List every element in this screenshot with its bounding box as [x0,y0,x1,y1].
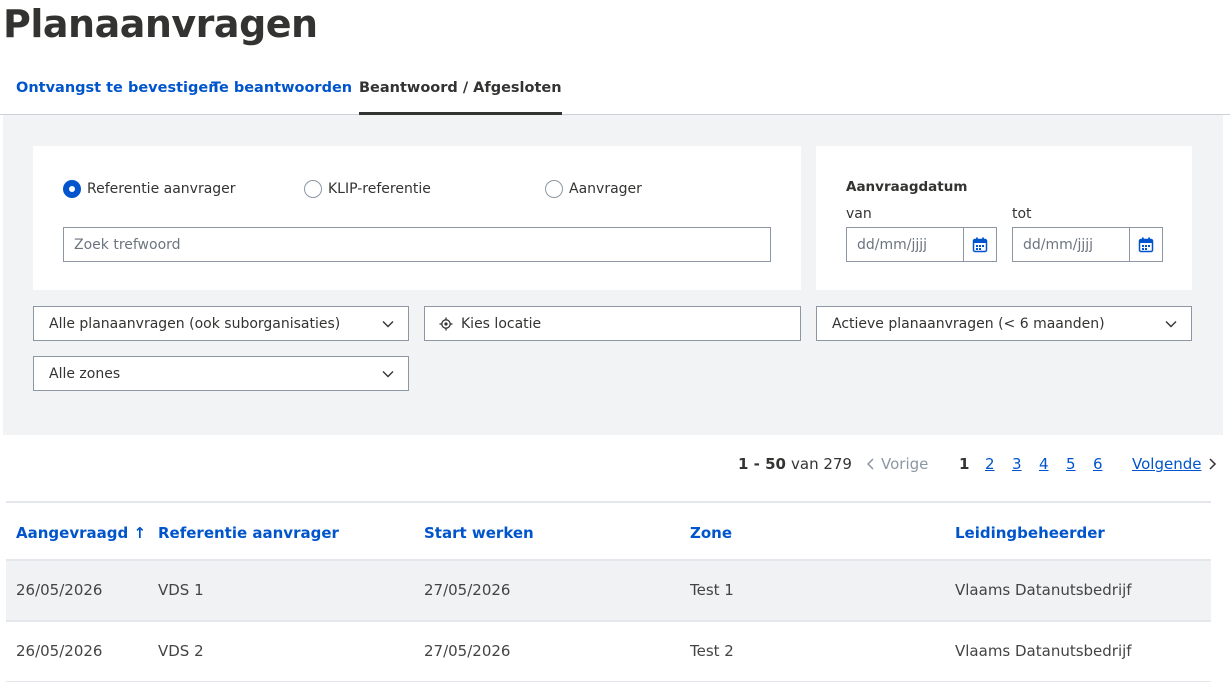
page-link-6[interactable]: 6 [1093,455,1103,473]
page-title: Planaanvragen [3,2,318,46]
location-pin-icon [439,317,453,331]
radio-label: Aanvrager [569,181,642,197]
page-link-2[interactable]: 2 [985,455,995,473]
page-link-4[interactable]: 4 [1039,455,1049,473]
radio-referentie-aanvrager[interactable]: Referentie aanvrager [63,180,236,198]
sort-up-icon: ↑ [133,524,147,542]
calendar-icon [972,237,988,252]
radio-checked-icon [63,180,81,198]
column-header-label: Aangevraagd [16,524,129,542]
date-card: Aanvraagdatum van tot [816,146,1192,290]
cell-referentie: VDS 1 [158,581,204,599]
cell-aangevraagd: 26/05/2026 [16,581,103,599]
cell-leidingbeheerder: Vlaams Datanutsbedrijf [955,642,1132,660]
radio-klip-referentie[interactable]: KLIP-referentie [304,180,431,198]
tab-te-beantwoorden[interactable]: Te beantwoorden [211,80,352,115]
cell-referentie: VDS 2 [158,642,204,660]
calendar-icon [1138,237,1154,252]
to-date-field [1012,227,1163,262]
location-picker[interactable]: Kies locatie [424,306,801,341]
tab-bar: Ontvangst te bevestigen Te beantwoorden … [0,66,1230,115]
cell-zone: Test 1 [690,581,734,599]
column-header-zone[interactable]: Zone [690,524,732,542]
table-header: Aangevraagd ↑ Referentie aanvrager Start… [6,501,1211,561]
zones-select[interactable]: Alle zones [33,356,409,391]
page-link-1[interactable]: 1 [959,455,969,473]
tab-ontvangst-te-bevestigen[interactable]: Ontvangst te bevestigen [16,80,219,115]
zones-select-value: Alle zones [49,365,121,382]
from-date-input[interactable] [847,228,963,261]
from-label: van [846,206,872,222]
chevron-down-icon [382,320,394,327]
column-header-leidingbeheerder[interactable]: Leidingbeheerder [955,524,1105,542]
radio-unchecked-icon [545,180,563,198]
pagination: 1 - 50 van 279 Vorige 1 2 3 4 5 6 Volgen… [0,455,1230,475]
from-calendar-button[interactable] [963,228,996,261]
organisation-select[interactable]: Alle planaanvragen (ook suborganisaties) [33,306,409,341]
cell-aangevraagd: 26/05/2026 [16,642,103,660]
cell-start-werken: 27/05/2026 [424,581,511,599]
period-select-value: Actieve planaanvragen (< 6 maanden) [832,315,1105,332]
search-card: Referentie aanvrager KLIP-referentie Aan… [33,146,801,290]
chevron-left-icon [866,458,874,470]
column-header-aangevraagd[interactable]: Aangevraagd ↑ [16,524,146,542]
to-calendar-button[interactable] [1129,228,1162,261]
cell-start-werken: 27/05/2026 [424,642,511,660]
page-link-3[interactable]: 3 [1012,455,1022,473]
from-date-field [846,227,997,262]
search-input[interactable] [63,227,771,262]
location-picker-label: Kies locatie [461,315,542,332]
cell-zone: Test 2 [690,642,734,660]
pagination-next[interactable]: Volgende [1132,455,1201,473]
chevron-down-icon [1165,320,1177,327]
date-filter-label: Aanvraagdatum [846,179,968,195]
period-select[interactable]: Actieve planaanvragen (< 6 maanden) [816,306,1192,341]
column-header-referentie[interactable]: Referentie aanvrager [158,524,339,542]
table-row[interactable]: 26/05/2026 VDS 2 27/05/2026 Test 2 Vlaam… [6,622,1211,682]
pagination-previous-label: Vorige [881,455,929,473]
chevron-down-icon [382,370,394,377]
filter-panel: Referentie aanvrager KLIP-referentie Aan… [3,115,1223,435]
chevron-right-icon[interactable] [1208,456,1217,474]
radio-label: KLIP-referentie [328,181,431,197]
pagination-previous: Vorige [866,455,928,473]
pagination-range: 1 - 50 [738,455,786,473]
to-label: tot [1012,206,1032,222]
column-header-start-werken[interactable]: Start werken [424,524,534,542]
radio-label: Referentie aanvrager [87,181,236,197]
radio-unchecked-icon [304,180,322,198]
cell-leidingbeheerder: Vlaams Datanutsbedrijf [955,581,1132,599]
to-date-input[interactable] [1013,228,1129,261]
pagination-total: van 279 [791,455,852,473]
page-link-5[interactable]: 5 [1066,455,1076,473]
tab-beantwoord-afgesloten[interactable]: Beantwoord / Afgesloten [359,80,562,115]
results-table: Aangevraagd ↑ Referentie aanvrager Start… [6,501,1211,682]
radio-aanvrager[interactable]: Aanvrager [545,180,642,198]
table-row[interactable]: 26/05/2026 VDS 1 27/05/2026 Test 1 Vlaam… [6,561,1211,622]
organisation-select-value: Alle planaanvragen (ook suborganisaties) [49,315,341,332]
